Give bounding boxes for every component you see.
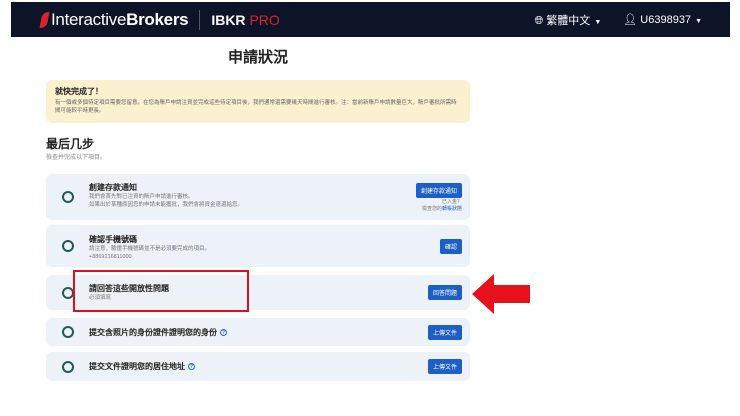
status-circle-icon [62, 191, 74, 203]
step-desc: 我們會首先對已注資的賬戶申請進行審核。 [89, 194, 194, 200]
user-id: U6398937 [640, 14, 692, 26]
step-desc: 如果出於某種原因您的申請未能獲批，我們會將資金退還給您。 [89, 202, 244, 208]
language-label: 繁體中文 [546, 14, 591, 27]
flame-icon [39, 11, 50, 28]
upload-address-button[interactable]: 上傳文件 [427, 359, 462, 374]
user-menu[interactable]: 👤︎ U6398937 ▼ [623, 13, 702, 26]
step-desc: 請注意，驗證手機號碼並不是必須要完成的項目。 [89, 246, 211, 252]
help-icon[interactable]: ? [220, 328, 227, 336]
caret-down-icon: ▼ [695, 18, 702, 25]
banner-title: 就快完成了！ [55, 87, 103, 96]
caret-down-icon: ▼ [594, 18, 602, 26]
create-deposit-notice-button[interactable]: 創建存款通知 [415, 183, 462, 198]
transfer-status-link[interactable]: 轉帳狀態 [442, 206, 462, 212]
globe-icon: 🌐︎ [534, 14, 544, 27]
status-circle-icon [62, 326, 74, 338]
language-selector[interactable]: 🌐︎ 繁體中文 ▼ [534, 12, 601, 28]
status-circle-icon [62, 240, 74, 252]
section-title: 最后几步 [46, 137, 95, 151]
status-circle-icon [62, 360, 74, 373]
top-navbar: Interactive Brokers IBKR PRO 🌐︎ 繁體中文 ▼ 👤︎ … [11, 2, 730, 37]
step-title: 提交文件證明您的居住地址 [89, 362, 185, 371]
step-confirm-phone: 確認手機號碼請注意，驗證手機號碼並不是必須要完成的項目。 +88692168110… [46, 225, 470, 267]
page-title: 申請狀況 [227, 49, 288, 66]
step-photo-id: 提交含照片的身份證件證明您的身份? 上傳文件 [46, 318, 470, 346]
confirm-button[interactable]: 確認 [439, 238, 462, 254]
brand-name-bold: Brokers [126, 9, 189, 29]
user-icon: 👤︎ [623, 14, 638, 26]
ib-logo[interactable]: Interactive Brokers [39, 9, 189, 30]
banner-text: 有一個或多個待定項目需要您留意。在您為賬戶申請注資並完成這些待定項目後，我們通常… [55, 100, 457, 114]
step-proof-of-address: 提交文件證明您的居住地址? 上傳文件 [46, 352, 470, 381]
help-icon[interactable]: ? [188, 363, 195, 371]
step-title: 確認手機號碼 [89, 235, 137, 244]
divider [199, 9, 201, 30]
step-deposit-notice: 創建存款通知我們會首先對已注資的賬戶申請進行審核。如果出於某種原因您的申請未能獲… [46, 174, 470, 220]
notice-banner: 就快完成了！ 有一個或多個待定項目需要您留意。在您為賬戶申請注資並完成這些待定項… [46, 80, 470, 123]
red-arrow-icon [472, 274, 530, 314]
check-note: 檢查您的 [421, 206, 442, 212]
step-title: 創建存款通知 [89, 183, 137, 192]
answer-questions-button[interactable]: 回答問題 [427, 285, 462, 300]
product-name: IBKR PRO [211, 11, 280, 28]
brand-name: Interactive [51, 9, 127, 29]
highlight-box [73, 270, 249, 312]
step-title: 提交含照片的身份證件證明您的身份 [89, 327, 217, 337]
section-subtitle: 檢查并完成以下項目。 [46, 155, 107, 161]
deposited-note: 已入金？ [441, 199, 462, 205]
upload-id-button[interactable]: 上傳文件 [427, 324, 462, 340]
phone-number: +8869216811000 [89, 254, 132, 260]
